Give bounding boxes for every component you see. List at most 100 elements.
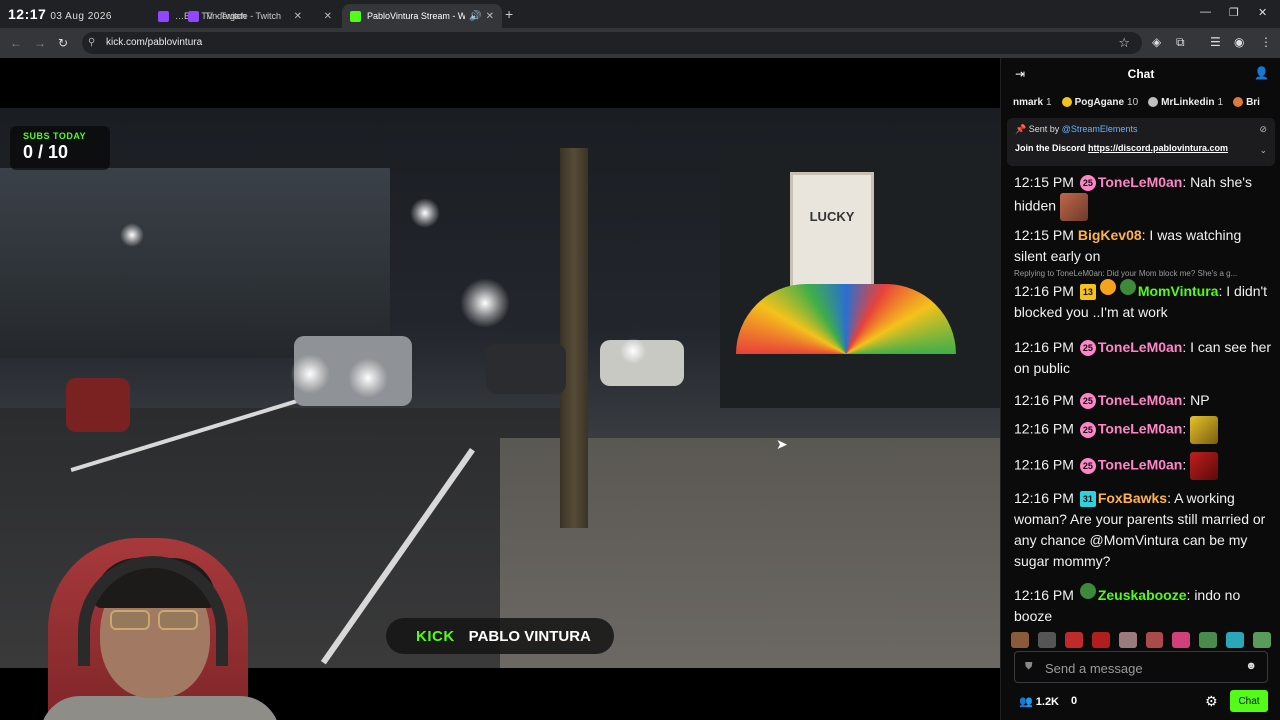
subs-today-label: SUBS TODAY	[23, 131, 87, 141]
users-icon[interactable]: 👤	[1254, 66, 1269, 80]
tab-title: PabloVintura Stream - Wat…	[367, 11, 466, 21]
motorbike	[66, 378, 130, 432]
kick-logo-text: KICK	[416, 627, 455, 645]
pinned-sender[interactable]: @StreamElements	[1062, 124, 1138, 134]
emote-icon[interactable]	[1226, 632, 1245, 648]
chat-panel: ⇥ Chat 👤 nmark 1 PogAgane 10 MrLinkedin 1 B…	[1000, 58, 1280, 720]
street-light	[620, 338, 646, 364]
pinned-message-text: Join the Discord	[1015, 143, 1086, 153]
bookmark-star-icon[interactable]: ☆	[1118, 35, 1130, 51]
emote-icon[interactable]	[1091, 632, 1110, 648]
gifter-count: 1	[1046, 96, 1052, 108]
gifter[interactable]: Bri	[1233, 97, 1260, 108]
emote-icon[interactable]	[1253, 632, 1272, 648]
sub-badge-icon: 31	[1079, 491, 1096, 507]
forward-icon[interactable]: →	[34, 36, 46, 50]
audio-icon[interactable]: 🔊	[469, 11, 481, 22]
chat-header: ⇥ Chat 👤	[1001, 58, 1280, 90]
message-user[interactable]: BigKev08	[1078, 227, 1142, 243]
chat-message: 12:16 PM 25 ToneLeM0an: I can see her on …	[1014, 339, 1272, 376]
minimize-icon[interactable]: —	[1200, 6, 1211, 18]
message-user[interactable]: ToneLeM0an	[1098, 174, 1183, 190]
close-icon[interactable]: ✕	[324, 11, 332, 22]
extension-icon[interactable]: ◈	[1152, 35, 1161, 49]
gear-icon[interactable]: ⚙	[1205, 693, 1218, 710]
yellow-emote-icon	[1190, 416, 1219, 444]
restore-icon[interactable]: ❐	[1229, 6, 1239, 19]
chat-input-box[interactable]: ⛊ ☻	[1014, 651, 1268, 683]
chevron-down-icon[interactable]: ⌄	[1259, 145, 1267, 156]
frog-badge-icon	[1079, 583, 1096, 599]
pinned-sender-line: 📌 Sent by @StreamElements	[1015, 124, 1267, 135]
street-light	[410, 198, 440, 228]
gifter[interactable]: nmark 1	[1013, 97, 1052, 108]
message-user[interactable]: ToneLeM0an	[1098, 392, 1183, 408]
close-window-icon[interactable]: ✕	[1258, 6, 1267, 19]
profile-icon[interactable]: ◉	[1234, 35, 1244, 49]
street-light	[460, 278, 510, 328]
message-user[interactable]: ToneLeM0an	[1098, 339, 1183, 355]
media-icon[interactable]: ☰	[1210, 35, 1221, 49]
kick-favicon-icon	[350, 10, 361, 22]
silver-badge-icon	[1148, 97, 1159, 107]
message-user[interactable]: ToneLeM0an	[1098, 421, 1183, 437]
emote-icon[interactable]	[1172, 632, 1191, 648]
street-light	[120, 223, 144, 247]
message-time: 12:16 PM	[1014, 283, 1074, 299]
video-player[interactable]: LUCKY SUBS TODAY 0 / 10 KICK PABLO VINTU…	[0, 58, 1000, 720]
message-user[interactable]: MomVintura	[1138, 283, 1219, 299]
chat-message: 12:16 PM 25 ToneLeM0an:	[1014, 452, 1272, 480]
chat-message: 12:16 PM Zeuskabooze: indo no booze	[1014, 583, 1272, 626]
site-info-icon[interactable]: ⚲	[88, 37, 95, 48]
chat-message: 12:15 PM 25 ToneLeM0an: Nah she's hidden	[1014, 172, 1272, 221]
emote-icon[interactable]	[1199, 632, 1218, 648]
sent-by-label: Sent by	[1028, 124, 1060, 134]
puzzle-icon[interactable]: ⧉	[1176, 35, 1185, 50]
browser-toolbar: ← → ↻ ⚲ kick.com/pablovintura ☆	[0, 28, 1280, 58]
sub-badge-icon: 25	[1079, 340, 1096, 356]
address-bar[interactable]: ⚲ kick.com/pablovintura ☆	[82, 32, 1142, 54]
message-time: 12:16 PM	[1014, 587, 1074, 603]
emote-bar	[1011, 632, 1272, 650]
gifter[interactable]: MrLinkedin 1	[1148, 97, 1223, 108]
subs-today-widget: SUBS TODAY 0 / 10	[10, 126, 110, 170]
gift-badge-icon	[1099, 279, 1116, 295]
send-chat-button[interactable]: Chat	[1230, 690, 1268, 712]
subs-today-value: 0 / 10	[23, 142, 69, 162]
back-icon[interactable]: ←	[10, 36, 22, 50]
chat-input[interactable]	[1045, 657, 1235, 679]
chat-title: Chat	[1127, 67, 1155, 81]
headlight	[348, 358, 388, 398]
message-user[interactable]: Zeuskabooze	[1098, 587, 1187, 603]
collapse-chat-icon[interactable]: ⇥	[1015, 67, 1025, 81]
discord-link[interactable]: https://discord.pablovintura.com	[1088, 143, 1228, 153]
bronze-badge-icon	[1233, 97, 1244, 107]
shirt	[40, 696, 280, 720]
chat-messages: 12:15 PM 25 ToneLeM0an: Nah she's hidden …	[1001, 166, 1280, 626]
unpin-icon[interactable]: ⊘	[1259, 124, 1267, 135]
pinned-message[interactable]: 📌 Sent by @StreamElements Join the Disco…	[1007, 118, 1275, 166]
tab-pablovintura[interactable]: PabloVintura Stream - Wat… 🔊 ✕	[342, 4, 502, 28]
emote-icon[interactable]	[1037, 632, 1056, 648]
viewer-count: 👥 1.2K	[1019, 695, 1059, 708]
gifter-name: PogAgane	[1074, 96, 1125, 108]
emoji-picker-icon[interactable]: ☻	[1245, 660, 1257, 672]
message-user[interactable]: FoxBawks	[1098, 490, 1167, 506]
gifter-count: 10	[1127, 96, 1139, 108]
emote-icon[interactable]	[1118, 632, 1137, 648]
new-tab-button[interactable]: +	[505, 6, 513, 22]
gifter-name: MrLinkedin	[1161, 96, 1215, 108]
tree-trunk	[560, 148, 588, 528]
url-text[interactable]: kick.com/pablovintura	[106, 37, 202, 48]
close-icon[interactable]: ✕	[486, 11, 494, 22]
chat-message: 12:16 PM 31 FoxBawks: A working woman? Ar…	[1014, 490, 1266, 569]
message-user[interactable]: ToneLeM0an	[1098, 457, 1183, 473]
menu-icon[interactable]: ⋮	[1260, 35, 1272, 49]
streamer-name: PABLO VINTURA	[468, 627, 591, 645]
reload-icon[interactable]: ↻	[58, 36, 68, 50]
gifter[interactable]: PogAgane 10	[1061, 96, 1139, 108]
emote-icon[interactable]	[1011, 632, 1029, 648]
tab-tindergate[interactable]: Tindergate - Twitch ✕	[180, 4, 340, 28]
emote-icon[interactable]	[1064, 632, 1083, 648]
emote-icon[interactable]	[1145, 632, 1164, 648]
